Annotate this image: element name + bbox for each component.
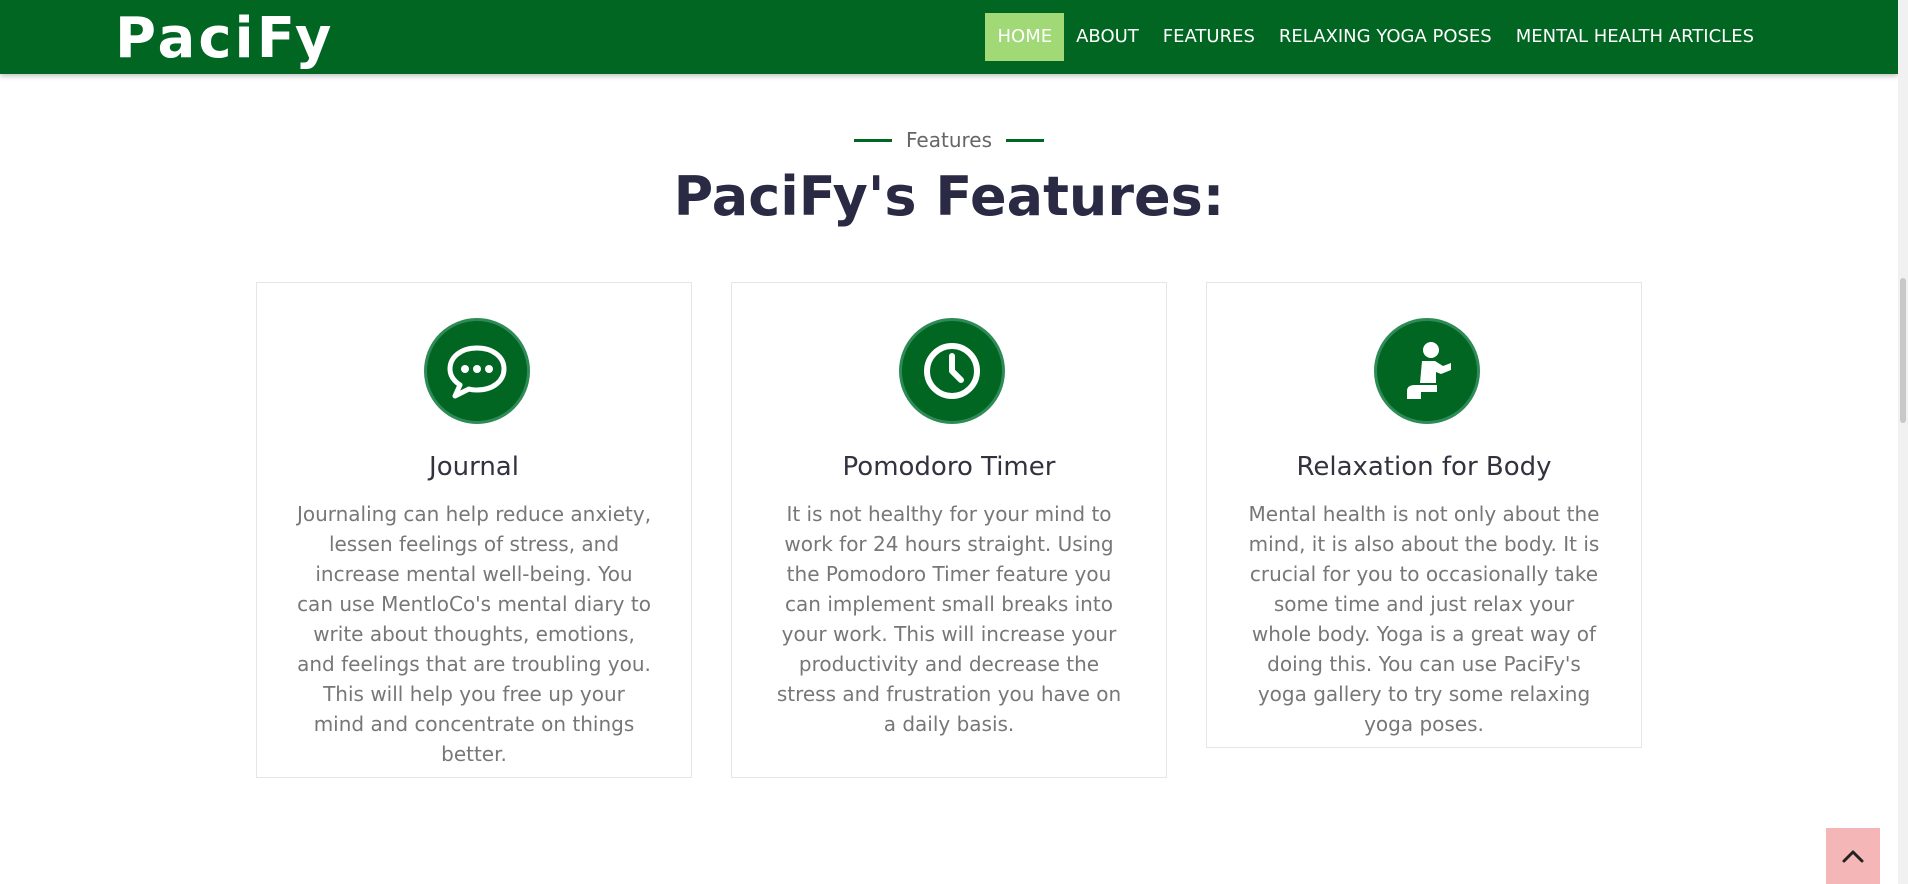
chevron-up-icon <box>1842 850 1864 863</box>
nav-mental-health-articles[interactable]: MENTAL HEALTH ARTICLES <box>1504 13 1766 61</box>
section-title: PaciFy's Features: <box>673 165 1225 228</box>
card-title: Journal <box>429 452 519 482</box>
section-tag-label: Features <box>906 128 992 152</box>
nav-about[interactable]: ABOUT <box>1064 13 1151 61</box>
tag-divider-right <box>1006 138 1044 142</box>
card-description: Mental health is not only about the mind… <box>1248 502 1600 736</box>
feature-card-journal: Journal Journaling can help reduce anxie… <box>256 282 692 778</box>
section-tag: Features <box>0 128 1898 152</box>
brand-logo[interactable]: PaciFy <box>115 4 334 74</box>
navbar: PaciFy HOME ABOUT FEATURES RELAXING YOGA… <box>0 0 1898 74</box>
chat-bubble-icon <box>424 318 530 424</box>
tag-divider-left <box>854 138 892 142</box>
nav-features[interactable]: FEATURES <box>1151 13 1267 61</box>
clock-icon <box>899 318 1005 424</box>
nav-menu: HOME ABOUT FEATURES RELAXING YOGA POSES … <box>985 13 1766 61</box>
nav-home[interactable]: HOME <box>985 13 1065 61</box>
card-description: Journaling can help reduce anxiety, less… <box>296 502 652 766</box>
scrollbar-thumb[interactable] <box>1900 278 1906 423</box>
page-scrollbar[interactable] <box>1898 0 1908 884</box>
feature-card-pomodoro: Pomodoro Timer It is not healthy for you… <box>731 282 1167 778</box>
card-title: Pomodoro Timer <box>842 452 1056 482</box>
back-to-top-button[interactable] <box>1826 828 1880 884</box>
feature-card-relaxation: Relaxation for Body Mental health is not… <box>1206 282 1642 748</box>
card-title: Relaxation for Body <box>1296 452 1552 482</box>
card-description: It is not healthy for your mind to work … <box>776 502 1122 736</box>
kneeling-person-icon <box>1374 318 1480 424</box>
nav-relaxing-yoga-poses[interactable]: RELAXING YOGA POSES <box>1267 13 1504 61</box>
